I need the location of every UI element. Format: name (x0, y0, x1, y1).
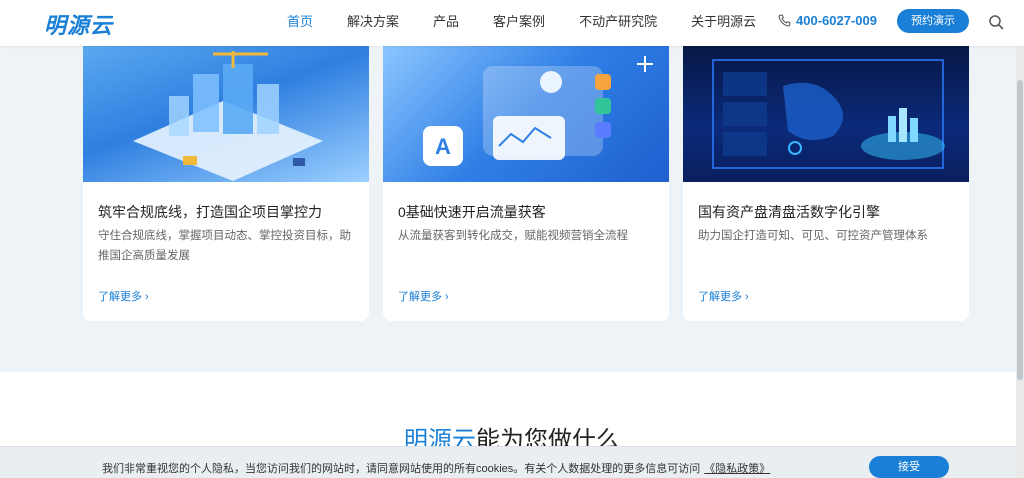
card-description: 守住合规底线，掌握项目动态、掌控投资目标，助推国企高质量发展 (98, 230, 351, 262)
phone-icon (778, 14, 791, 27)
search-icon[interactable] (988, 14, 1004, 30)
card-image-construction (83, 46, 369, 182)
cookie-banner: 我们非常重视您的个人隐私，当您访问我们的网站时，请同意网站使用的所有cookie… (0, 446, 1024, 478)
svg-text:A: A (435, 134, 451, 159)
dashboard-illustration (712, 59, 945, 169)
card-title: 国有资产盘清盘活数字化引擎 (698, 204, 880, 220)
card-title: 筑牢合规底线，打造国企项目掌控力 (98, 204, 322, 220)
learn-more-link[interactable]: 了解更多 › (98, 288, 149, 304)
scrollbar-thumb[interactable] (1017, 80, 1023, 380)
card-title: 0基础快速开启流量获客 (398, 204, 546, 220)
cookie-text-wrap: 我们非常重视您的个人隐私，当您访问我们的网站时，请同意网站使用的所有cookie… (102, 460, 770, 476)
nav-products[interactable]: 产品 (416, 0, 476, 46)
solution-cards: 筑牢合规底线，打造国企项目掌控力 守住合规底线，掌握项目动态、掌控投资目标，助推… (83, 46, 969, 321)
learn-more-link[interactable]: 了解更多 › (698, 288, 749, 304)
book-demo-button[interactable]: 预约演示 (897, 9, 969, 33)
card-image-dashboard (683, 46, 969, 182)
learn-more-link[interactable]: 了解更多 › (398, 288, 449, 304)
card-image-video-marketing: A (383, 46, 669, 182)
card-traffic[interactable]: A 0基础快速开启流量获客 从流量获客到转化成交，赋能视频营销全流程 了解更多 … (383, 46, 669, 321)
nav-solutions[interactable]: 解决方案 (330, 0, 416, 46)
nav-cases[interactable]: 客户案例 (476, 0, 562, 46)
phone-contact[interactable]: 400-6027-009 (778, 13, 877, 28)
card-assets[interactable]: 国有资产盘清盘活数字化引擎 助力国企打造可知、可见、可控资产管理体系 了解更多 … (683, 46, 969, 321)
main-nav: 首页 解决方案 产品 客户案例 不动产研究院 关于明源云 (270, 0, 773, 46)
card-compliance[interactable]: 筑牢合规底线，打造国企项目掌控力 守住合规底线，掌握项目动态、掌控投资目标，助推… (83, 46, 369, 321)
accept-cookies-button[interactable]: 接受 (869, 456, 949, 478)
cookie-message: 我们非常重视您的个人隐私，当您访问我们的网站时，请同意网站使用的所有cookie… (102, 463, 701, 475)
nav-home[interactable]: 首页 (270, 0, 330, 46)
logo[interactable]: 明源云 (44, 8, 113, 40)
phone-number: 400-6027-009 (796, 13, 877, 28)
nav-research[interactable]: 不动产研究院 (562, 0, 674, 46)
nav-about[interactable]: 关于明源云 (674, 0, 773, 46)
site-header: 明源云 首页 解决方案 产品 客户案例 不动产研究院 关于明源云 400-602… (0, 0, 1024, 46)
card-description: 从流量获客到转化成交，赋能视频营销全流程 (398, 230, 628, 242)
construction-illustration (133, 51, 323, 181)
app-ui-illustration: A (423, 56, 653, 166)
card-description: 助力国企打造可知、可见、可控资产管理体系 (698, 230, 928, 242)
privacy-policy-link[interactable]: 《隐私政策》 (704, 463, 770, 475)
